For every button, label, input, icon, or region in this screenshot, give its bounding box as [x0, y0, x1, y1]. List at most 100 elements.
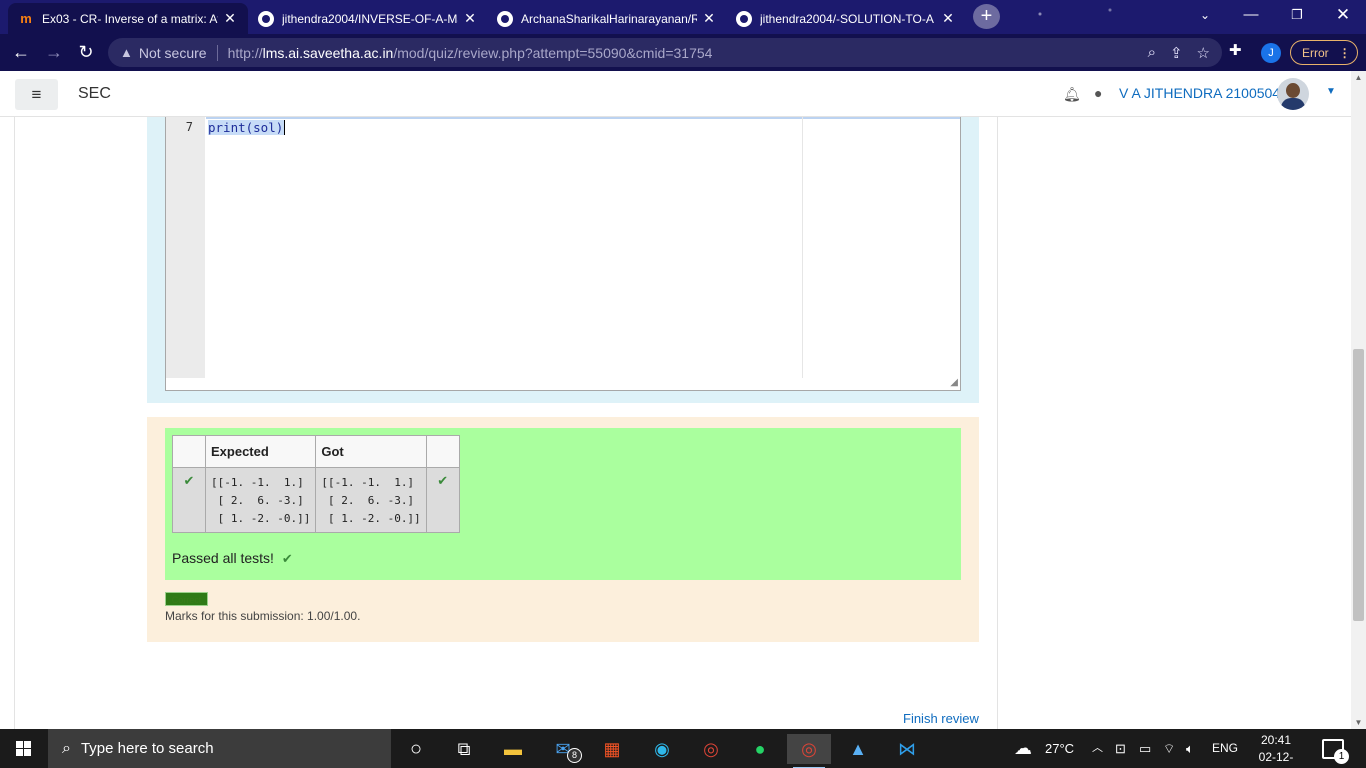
error-label: Error	[1302, 45, 1329, 60]
check-icon: ✔	[172, 467, 206, 533]
new-tab-button[interactable]: +	[973, 4, 1000, 29]
table-header-row: Expected Got	[172, 435, 460, 468]
tab-search-chevron-icon[interactable]: ⌄	[1182, 0, 1228, 30]
weather-cloud-icon[interactable]: ☁	[1014, 729, 1032, 768]
address-toolbar: ← → ↻ ▲ Not secure http:// lms.ai.saveet…	[0, 34, 1366, 71]
whatsapp-icon[interactable]: ●	[738, 734, 782, 764]
header-expected: Expected	[204, 435, 317, 468]
windows-logo-icon	[16, 741, 32, 756]
page-scrollbar[interactable]: ▲ ▼	[1351, 71, 1366, 729]
start-button[interactable]	[0, 729, 48, 768]
zoom-icon[interactable]: ⌕	[1148, 44, 1156, 62]
messages-bubble-icon[interactable]: ●	[1094, 85, 1102, 101]
taskbar-search-box[interactable]: ⌕ Type here to search	[48, 729, 391, 768]
header-status-2	[425, 435, 460, 468]
store-icon[interactable]: ▦	[590, 734, 634, 764]
divider	[14, 117, 15, 729]
photos-icon[interactable]: ▲	[836, 734, 880, 764]
user-name[interactable]: V A JITHENDRA 21005049	[1119, 85, 1288, 101]
scroll-down-arrow-icon[interactable]: ▼	[1351, 718, 1366, 727]
volume-icon[interactable]: 🔈︎	[1186, 729, 1194, 768]
code-editor[interactable]: 7 print(sol) ◢	[165, 117, 961, 391]
tab-quiz-review[interactable]: m Ex03 - CR- Inverse of a matrix: At ✕	[8, 3, 248, 34]
header-got: Got	[315, 435, 427, 468]
passed-text: Passed all tests!	[172, 550, 274, 566]
reload-icon[interactable]: ↻	[73, 39, 99, 65]
url-host: lms.ai.saveetha.ac.in	[262, 44, 394, 61]
expected-cell: [[-1. -1. 1.] [ 2. 6. -3.] [ 1. -2. -0.]…	[204, 467, 317, 533]
chrome-icon[interactable]: ◎	[689, 734, 733, 764]
resize-handle-icon[interactable]: ◢	[950, 377, 958, 388]
tab-github-archana[interactable]: ArchanaSharikalHarinarayanan/R ✕	[487, 3, 727, 34]
bookmark-star-icon[interactable]: ☆	[1197, 44, 1210, 62]
minimize-button[interactable]: —	[1228, 0, 1274, 30]
tab-github-solution[interactable]: jithendra2004/-SOLUTION-TO-A ✕	[726, 3, 966, 34]
share-icon[interactable]: ⇪	[1170, 44, 1183, 62]
tab-title: jithendra2004/INVERSE-OF-A-Ma	[282, 11, 458, 26]
close-tab-icon[interactable]: ✕	[940, 10, 956, 27]
site-brand[interactable]: SEC	[78, 85, 111, 103]
search-placeholder: Type here to search	[80, 740, 214, 757]
task-view-icon[interactable]: ⧉	[442, 734, 486, 764]
file-explorer-icon[interactable]: ▬	[491, 734, 535, 764]
grade-badge: Correct	[165, 592, 208, 606]
code-line[interactable]: print(sol)	[208, 120, 286, 135]
chevron-up-icon[interactable]: ︿	[1092, 729, 1103, 768]
extensions-puzzle-icon[interactable]: ✚	[1229, 41, 1242, 59]
restore-button[interactable]: ❐	[1274, 0, 1320, 30]
close-window-button[interactable]: ✕	[1320, 0, 1366, 30]
tab-title: jithendra2004/-SOLUTION-TO-A	[760, 11, 934, 26]
tab-github-inverse[interactable]: jithendra2004/INVERSE-OF-A-Ma ✕	[248, 3, 488, 34]
battery-icon[interactable]: ▭	[1139, 729, 1151, 768]
security-label[interactable]: Not secure	[139, 45, 207, 61]
chrome-active-icon[interactable]: ◎	[787, 734, 831, 768]
mail-badge: 8	[567, 748, 582, 763]
clock[interactable]: 20:41 02-12-2021	[1248, 732, 1304, 768]
tray-device-icon[interactable]: ⊡	[1115, 729, 1126, 768]
weather-temp[interactable]: 27°C	[1045, 729, 1074, 768]
profile-avatar[interactable]: J	[1261, 43, 1281, 63]
kebab-menu-icon: ⋮	[1338, 45, 1351, 60]
caret-down-icon[interactable]: ▼	[1326, 86, 1336, 97]
hamburger-menu-button[interactable]: ≡	[15, 79, 58, 110]
error-button[interactable]: Error ⋮	[1290, 40, 1358, 65]
check-icon: ✔	[281, 551, 293, 566]
scrollbar-thumb[interactable]	[1353, 349, 1364, 621]
tab-title: Ex03 - CR- Inverse of a matrix: At	[42, 11, 218, 26]
browser-tab-strip: m Ex03 - CR- Inverse of a matrix: At ✕ j…	[0, 0, 1366, 34]
user-avatar[interactable]	[1277, 78, 1309, 110]
selection-highlight	[206, 117, 960, 119]
feedback-panel: Expected Got ✔ [[-1. -1. 1.] [ 2. 6. -3.…	[147, 417, 979, 642]
omnibox[interactable]: ▲ Not secure http:// lms.ai.saveetha.ac.…	[108, 38, 1222, 67]
url-path: /mod/quiz/review.php?attempt=55090&cmid=…	[393, 44, 713, 61]
back-arrow-icon[interactable]: ←	[8, 39, 34, 65]
close-tab-icon[interactable]: ✕	[462, 10, 478, 27]
notification-bell-icon[interactable]: 🔔︎	[1063, 86, 1081, 103]
close-tab-icon[interactable]: ✕	[222, 10, 238, 27]
check-icon: ✔	[425, 467, 460, 533]
forward-arrow-icon[interactable]: →	[41, 39, 67, 65]
clock-time: 20:41	[1260, 733, 1292, 747]
edge-icon[interactable]: ◉	[640, 734, 684, 764]
mail-icon[interactable]: ✉ 8	[541, 734, 585, 764]
warning-triangle-icon: ▲	[120, 45, 133, 60]
finish-review-link[interactable]: Finish review	[903, 711, 979, 726]
search-icon: ⌕	[62, 739, 71, 757]
test-results-box: Expected Got ✔ [[-1. -1. 1.] [ 2. 6. -3.…	[165, 428, 961, 580]
header-status	[172, 435, 206, 468]
divider	[997, 117, 998, 729]
wifi-icon[interactable]: ⌔	[1163, 729, 1175, 768]
marks-text: Marks for this submission: 1.00/1.00.	[165, 609, 361, 623]
moodle-m-icon: m	[20, 11, 32, 26]
language-indicator[interactable]: ENG	[1212, 729, 1238, 768]
notification-count: 1	[1334, 749, 1349, 764]
clock-date: 02-12-2021	[1258, 750, 1294, 768]
vscode-icon[interactable]: ⋈	[885, 734, 929, 764]
passed-message: Passed all tests! ✔	[172, 550, 293, 567]
url-scheme: http://	[227, 44, 263, 61]
got-output: [[-1. -1. 1.] [ 2. 6. -3.] [ 1. -2. -0.]…	[321, 476, 421, 525]
scroll-up-arrow-icon[interactable]: ▲	[1351, 73, 1366, 82]
cortana-circle-icon[interactable]: ○	[394, 734, 438, 764]
results-table: Expected Got ✔ [[-1. -1. 1.] [ 2. 6. -3.…	[172, 435, 460, 533]
close-tab-icon[interactable]: ✕	[701, 10, 717, 27]
